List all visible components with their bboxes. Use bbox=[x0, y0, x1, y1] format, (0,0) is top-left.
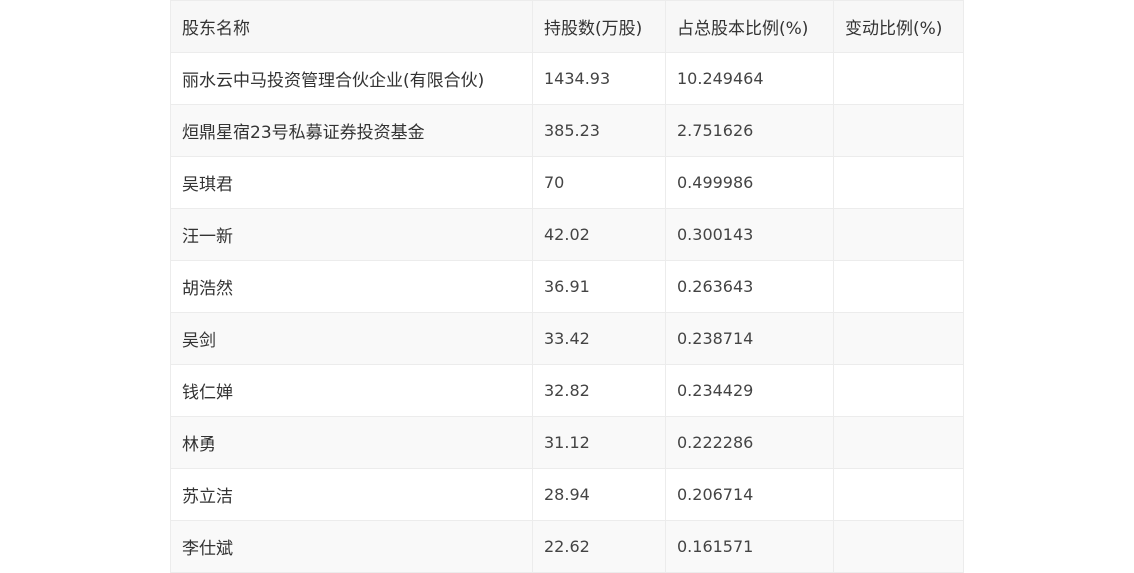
cell-share-ratio: 0.234429 bbox=[665, 364, 834, 417]
table-row: 林勇 31.12 0.222286 bbox=[170, 416, 964, 469]
table-header-row: 股东名称 持股数(万股) 占总股本比例(%) 变动比例(%) bbox=[170, 0, 964, 53]
cell-shares-held: 33.42 bbox=[532, 312, 666, 365]
cell-change-ratio bbox=[833, 156, 964, 209]
table-row: 胡浩然 36.91 0.263643 bbox=[170, 260, 964, 313]
cell-change-ratio bbox=[833, 52, 964, 105]
cell-shares-held: 28.94 bbox=[532, 468, 666, 521]
cell-change-ratio bbox=[833, 468, 964, 521]
header-change-ratio: 变动比例(%) bbox=[833, 0, 964, 53]
cell-change-ratio bbox=[833, 260, 964, 313]
cell-shares-held: 32.82 bbox=[532, 364, 666, 417]
cell-share-ratio: 0.263643 bbox=[665, 260, 834, 313]
cell-shares-held: 36.91 bbox=[532, 260, 666, 313]
cell-change-ratio bbox=[833, 208, 964, 261]
cell-change-ratio bbox=[833, 312, 964, 365]
cell-shares-held: 31.12 bbox=[532, 416, 666, 469]
cell-shareholder-name: 林勇 bbox=[170, 416, 533, 469]
cell-shareholder-name: 胡浩然 bbox=[170, 260, 533, 313]
table-row: 吴剑 33.42 0.238714 bbox=[170, 312, 964, 365]
table-row: 烜鼎星宿23号私募证券投资基金 385.23 2.751626 bbox=[170, 104, 964, 157]
cell-share-ratio: 10.249464 bbox=[665, 52, 834, 105]
header-shares-held: 持股数(万股) bbox=[532, 0, 666, 53]
cell-shareholder-name: 吴琪君 bbox=[170, 156, 533, 209]
header-share-ratio: 占总股本比例(%) bbox=[665, 0, 834, 53]
cell-shareholder-name: 钱仁婵 bbox=[170, 364, 533, 417]
cell-shareholder-name: 李仕斌 bbox=[170, 520, 533, 573]
cell-share-ratio: 0.206714 bbox=[665, 468, 834, 521]
cell-shares-held: 42.02 bbox=[532, 208, 666, 261]
cell-shares-held: 70 bbox=[532, 156, 666, 209]
cell-shares-held: 22.62 bbox=[532, 520, 666, 573]
cell-change-ratio bbox=[833, 364, 964, 417]
cell-shares-held: 385.23 bbox=[532, 104, 666, 157]
cell-share-ratio: 2.751626 bbox=[665, 104, 834, 157]
table-row: 苏立洁 28.94 0.206714 bbox=[170, 468, 964, 521]
table-row: 丽水云中马投资管理合伙企业(有限合伙) 1434.93 10.249464 bbox=[170, 52, 964, 105]
cell-shares-held: 1434.93 bbox=[532, 52, 666, 105]
cell-shareholder-name: 烜鼎星宿23号私募证券投资基金 bbox=[170, 104, 533, 157]
cell-share-ratio: 0.499986 bbox=[665, 156, 834, 209]
cell-share-ratio: 0.300143 bbox=[665, 208, 834, 261]
table-row: 李仕斌 22.62 0.161571 bbox=[170, 520, 964, 573]
table-row: 吴琪君 70 0.499986 bbox=[170, 156, 964, 209]
cell-share-ratio: 0.238714 bbox=[665, 312, 834, 365]
cell-change-ratio bbox=[833, 104, 964, 157]
cell-shareholder-name: 苏立洁 bbox=[170, 468, 533, 521]
cell-shareholder-name: 汪一新 bbox=[170, 208, 533, 261]
cell-change-ratio bbox=[833, 416, 964, 469]
table-row: 钱仁婵 32.82 0.234429 bbox=[170, 364, 964, 417]
shareholder-table-container: 股东名称 持股数(万股) 占总股本比例(%) 变动比例(%) 丽水云中马投资管理… bbox=[170, 0, 964, 573]
cell-share-ratio: 0.161571 bbox=[665, 520, 834, 573]
shareholder-table: 股东名称 持股数(万股) 占总股本比例(%) 变动比例(%) 丽水云中马投资管理… bbox=[170, 0, 964, 573]
table-row: 汪一新 42.02 0.300143 bbox=[170, 208, 964, 261]
cell-share-ratio: 0.222286 bbox=[665, 416, 834, 469]
cell-shareholder-name: 丽水云中马投资管理合伙企业(有限合伙) bbox=[170, 52, 533, 105]
cell-change-ratio bbox=[833, 520, 964, 573]
cell-shareholder-name: 吴剑 bbox=[170, 312, 533, 365]
header-shareholder-name: 股东名称 bbox=[170, 0, 533, 53]
